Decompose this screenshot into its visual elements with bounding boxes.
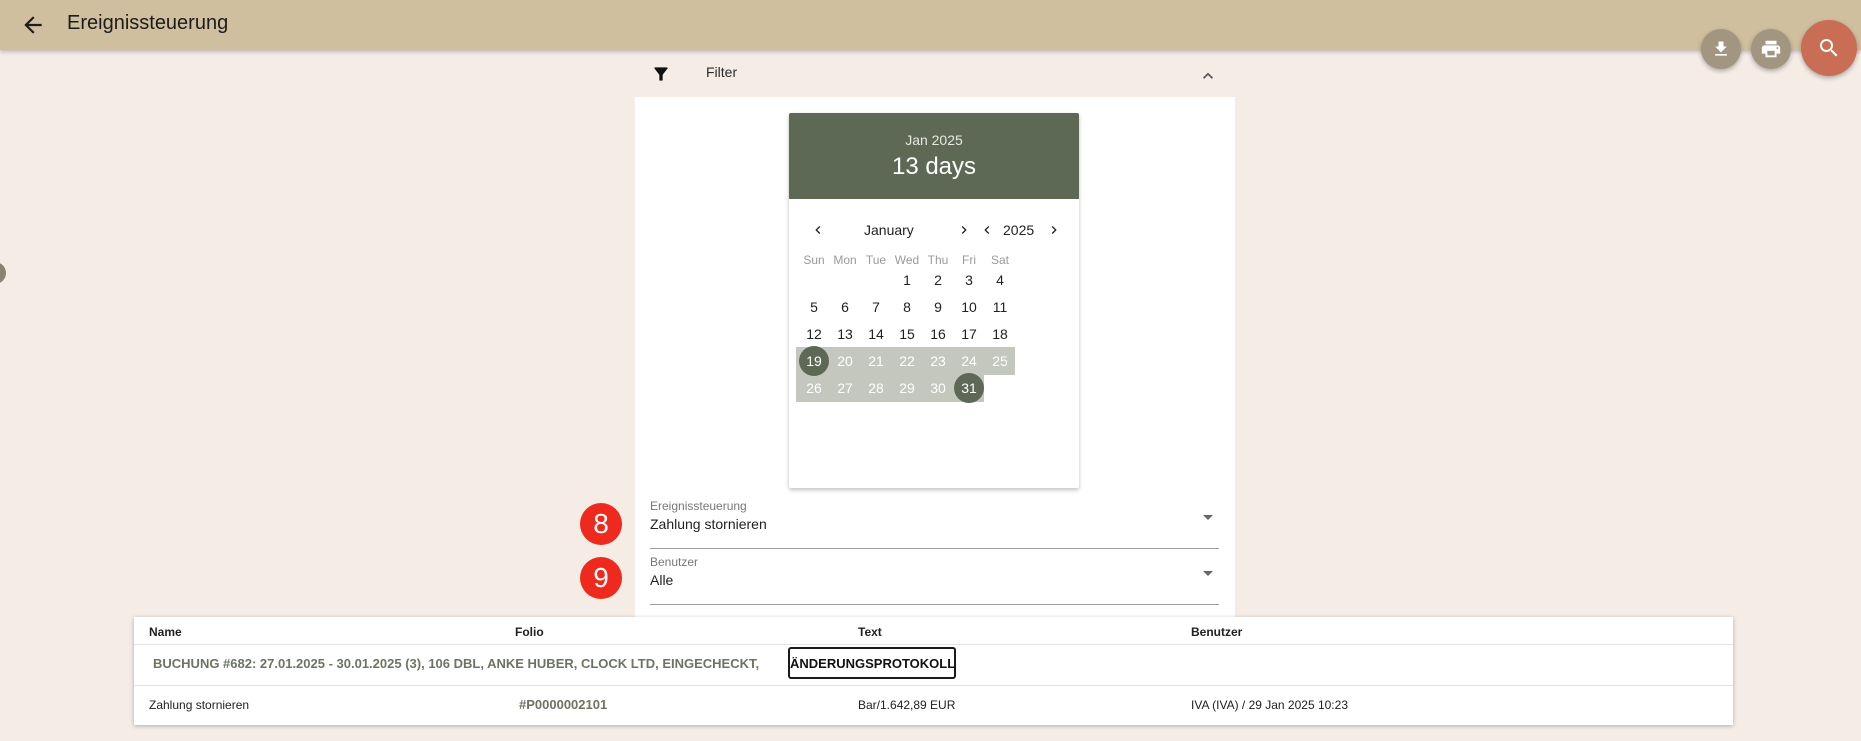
calendar-header-month: Jan 2025 [905,132,963,148]
prev-year-icon[interactable] [979,222,995,243]
filter-header[interactable]: Filter [635,58,1235,96]
next-year-icon[interactable] [1046,222,1062,243]
print-button[interactable] [1751,29,1791,69]
row-user: IVA (IVA) / 29 Jan 2025 10:23 [1191,698,1348,712]
event-select-value: Zahlung stornieren [650,516,767,532]
day-cell-4[interactable]: 4 [982,266,1018,294]
side-drawer-handle[interactable] [0,262,6,284]
day-cell-11[interactable]: 11 [982,293,1018,321]
back-arrow-icon[interactable] [20,12,46,38]
day-cell-25[interactable]: 25 [982,347,1018,375]
next-month-icon[interactable] [956,222,972,243]
month-label: January [864,222,914,238]
weekday-label-sat: Sat [990,253,1009,267]
download-icon [1715,41,1727,56]
booking-group-header: BUCHUNG #682: 27.01.2025 - 30.01.2025 (3… [153,656,760,671]
row-text: Bar/1.642,89 EUR [858,698,956,712]
day-cell-31[interactable]: 31 [951,373,987,403]
results-table: Name Folio Text Benutzer BUCHUNG #682: 2… [134,617,1733,725]
filter-label: Filter [706,64,738,80]
dropdown-arrow-icon [1203,571,1213,576]
dropdown-arrow-icon [1203,515,1213,520]
column-header-text: Text [858,625,882,639]
user-select[interactable]: Benutzer Alle [650,555,1219,605]
download-button[interactable] [1701,29,1741,69]
calendar-header: Jan 2025 13 days [789,113,1079,199]
search-button[interactable] [1801,20,1857,76]
row-folio-link[interactable]: #P0000002101 [519,697,607,712]
event-select[interactable]: Ereignissteuerung Zahlung stornieren [650,499,1219,549]
row-name: Zahlung stornieren [149,698,250,712]
app-bar: Ereignissteuerung [0,0,1861,50]
year-label: 2025 [1003,222,1035,238]
column-header-folio: Folio [515,625,544,639]
day-cell-18[interactable]: 18 [982,320,1018,348]
page-title: Ereignissteuerung [67,12,229,34]
user-select-value: Alle [650,572,674,588]
step-badge-8: 8 [580,503,622,545]
change-log-button[interactable]: ÄNDERUNGSPROTOKOLL [788,647,956,679]
divider [134,685,1733,686]
step-badge-9: 9 [580,557,622,599]
prev-month-icon[interactable] [810,222,826,243]
print-icon [1761,40,1781,58]
filter-icon [651,64,671,89]
column-header-user: Benutzer [1191,625,1243,639]
chevron-up-icon[interactable] [1198,66,1218,91]
column-header-name: Name [149,625,182,639]
date-range-picker: Jan 2025 13 days January 2025 Sun Mon Tue W… [789,113,1079,488]
calendar-header-range: 13 days [891,153,977,180]
search-icon [1820,39,1838,57]
event-select-label: Ereignissteuerung [650,499,747,513]
user-select-label: Benutzer [650,555,699,569]
divider [134,644,1733,645]
